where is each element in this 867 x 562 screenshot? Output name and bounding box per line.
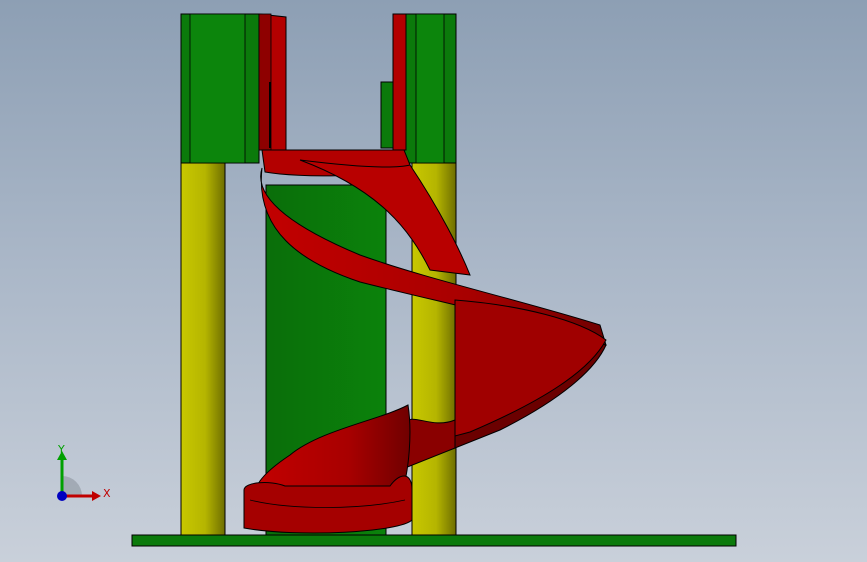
- deck-block-right-inner: [415, 13, 445, 164]
- y-axis-label: Y: [58, 443, 65, 456]
- x-axis-arrow: [92, 491, 101, 501]
- graphics-viewport[interactable]: Y X: [0, 0, 867, 562]
- base-plate: [131, 534, 737, 547]
- x-axis-label: X: [103, 487, 111, 500]
- model-scene[interactable]: [0, 0, 867, 562]
- z-axis-dot: [57, 491, 67, 501]
- rail-right: [392, 13, 407, 151]
- deck-step-right: [380, 81, 394, 149]
- deck-block-left-inner: [189, 13, 246, 164]
- post-left: [180, 162, 226, 536]
